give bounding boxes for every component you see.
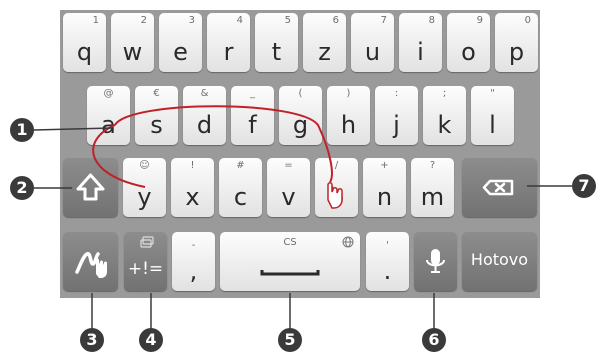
callout-5: 5	[278, 328, 302, 352]
callout-2: 2	[10, 176, 34, 200]
callout-1: 1	[10, 118, 34, 142]
hand-pointer-icon	[327, 182, 343, 209]
callout-leader-lines	[33, 127, 572, 335]
annotation-overlay	[33, 105, 572, 335]
callout-4: 4	[139, 328, 163, 352]
swipe-trace-path	[92, 105, 333, 188]
callout-7: 7	[572, 174, 596, 198]
callout-6: 6	[422, 328, 446, 352]
callout-3: 3	[80, 328, 104, 352]
